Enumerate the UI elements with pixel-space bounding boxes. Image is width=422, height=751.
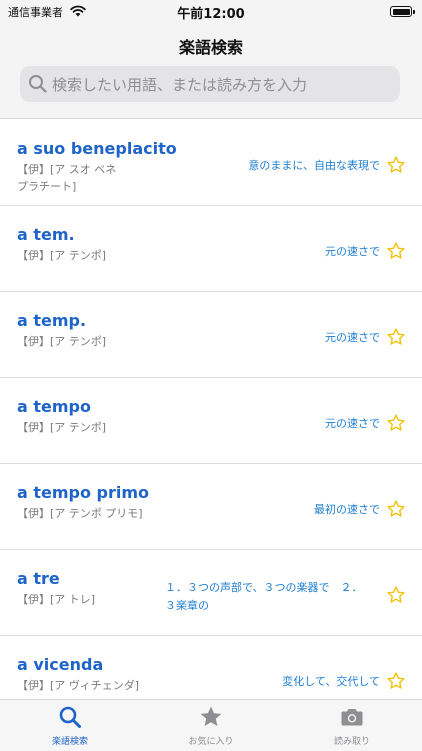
term-reading: 【伊】[ア テンポ プリモ] xyxy=(17,505,143,522)
term-language: 【伊】 xyxy=(17,507,50,520)
term-title: a tempo xyxy=(17,397,91,416)
tab-search-label: 楽語検索 xyxy=(51,737,88,747)
term-title: a vicenda xyxy=(17,655,104,674)
tab-scan-label: 読み取り xyxy=(333,737,370,747)
term-meaning: 変化して、交代して xyxy=(282,675,380,688)
navigation-header: 楽語検索 xyxy=(0,24,422,119)
search-icon xyxy=(59,706,81,728)
term-language: 【伊】 xyxy=(17,249,50,262)
list-item[interactable]: a tempo primo 【伊】[ア テンポ プリモ] 最初の速さで xyxy=(0,463,422,550)
search-input[interactable] xyxy=(50,66,394,104)
star-icon xyxy=(200,706,222,726)
term-reading: 【伊】[ア ヴィチェンダ] xyxy=(17,677,139,694)
reading-line-1: [ア テンポ] xyxy=(50,249,107,262)
search-bar[interactable] xyxy=(20,66,400,104)
term-list[interactable]: a suo beneplacito 【伊】[ア スオ ベネ プラチート] 意のま… xyxy=(0,119,422,699)
term-reading: 【伊】[ア トレ] xyxy=(17,591,95,608)
list-item[interactable]: a vicenda 【伊】[ア ヴィチェンダ] 変化して、交代して xyxy=(0,635,422,699)
term-title: a temp. xyxy=(17,311,87,330)
tab-favorites[interactable]: お気に入り xyxy=(141,700,281,751)
list-item[interactable]: a tem. 【伊】[ア テンポ] 元の速さで xyxy=(0,205,422,292)
favorite-star-icon[interactable] xyxy=(386,241,406,261)
term-meaning: 元の速さで xyxy=(325,245,380,258)
meaning-line-2: ３楽章の xyxy=(165,599,209,612)
term-language: 【伊】 xyxy=(17,593,50,606)
tab-search[interactable]: 楽語検索 xyxy=(0,700,140,751)
term-title: a tre xyxy=(17,569,60,588)
term-language: 【伊】 xyxy=(17,163,50,176)
favorite-star-icon[interactable] xyxy=(386,499,406,519)
favorite-star-icon[interactable] xyxy=(386,585,406,605)
reading-line-1: [ア スオ ベネ xyxy=(50,163,117,176)
list-item[interactable]: a tre 【伊】[ア トレ] １．３つの声部で、３つの楽器で ２． ３楽章の xyxy=(0,549,422,636)
term-meaning: １．３つの声部で、３つの楽器で ２． ３楽章の xyxy=(165,579,380,615)
term-language: 【伊】 xyxy=(17,335,50,348)
page-title: 楽語検索 xyxy=(178,38,243,57)
meaning-line-1: １．３つの声部で、３つの楽器で ２． xyxy=(165,581,363,594)
reading-line-1: [ア テンポ] xyxy=(50,335,107,348)
tab-scan[interactable]: 読み取り xyxy=(282,700,422,751)
reading-line-1: [ア テンポ プリモ] xyxy=(50,507,143,520)
tab-favorites-label: お気に入り xyxy=(188,737,234,747)
reading-line-2: プラチート] xyxy=(17,180,77,193)
list-item[interactable]: a tempo 【伊】[ア テンポ] 元の速さで xyxy=(0,377,422,464)
term-reading: 【伊】[ア スオ ベネ プラチート] xyxy=(17,161,116,195)
term-title: a suo beneplacito xyxy=(17,139,177,158)
favorite-star-icon[interactable] xyxy=(386,413,406,433)
list-item[interactable]: a suo beneplacito 【伊】[ア スオ ベネ プラチート] 意のま… xyxy=(0,119,422,206)
term-reading: 【伊】[ア テンポ] xyxy=(17,419,106,436)
list-item[interactable]: a temp. 【伊】[ア テンポ] 元の速さで xyxy=(0,291,422,378)
reading-line-1: [ア トレ] xyxy=(50,593,96,606)
favorite-star-icon[interactable] xyxy=(386,671,406,691)
camera-icon xyxy=(341,709,363,726)
term-meaning: 元の速さで xyxy=(325,417,380,430)
reading-line-1: [ア テンポ] xyxy=(50,421,107,434)
term-meaning: 最初の速さで xyxy=(314,503,380,516)
term-meaning: 意のままに、自由な表現で xyxy=(248,159,380,172)
term-reading: 【伊】[ア テンポ] xyxy=(17,333,106,350)
term-title: a tem. xyxy=(17,225,75,244)
term-meaning: 元の速さで xyxy=(325,331,380,344)
favorite-star-icon[interactable] xyxy=(386,155,406,175)
tab-bar: 楽語検索 お気に入り 読み取り xyxy=(0,699,422,751)
battery-icon xyxy=(390,6,415,17)
favorite-star-icon[interactable] xyxy=(386,327,406,347)
status-time: 午前12:00 xyxy=(177,7,245,22)
search-icon xyxy=(29,75,47,93)
term-language: 【伊】 xyxy=(17,421,50,434)
status-bar: 通信事業者 午前12:00 xyxy=(0,0,422,24)
term-reading: 【伊】[ア テンポ] xyxy=(17,247,106,264)
term-language: 【伊】 xyxy=(17,679,50,692)
reading-line-1: [ア ヴィチェンダ] xyxy=(50,679,140,692)
term-title: a tempo primo xyxy=(17,483,150,502)
